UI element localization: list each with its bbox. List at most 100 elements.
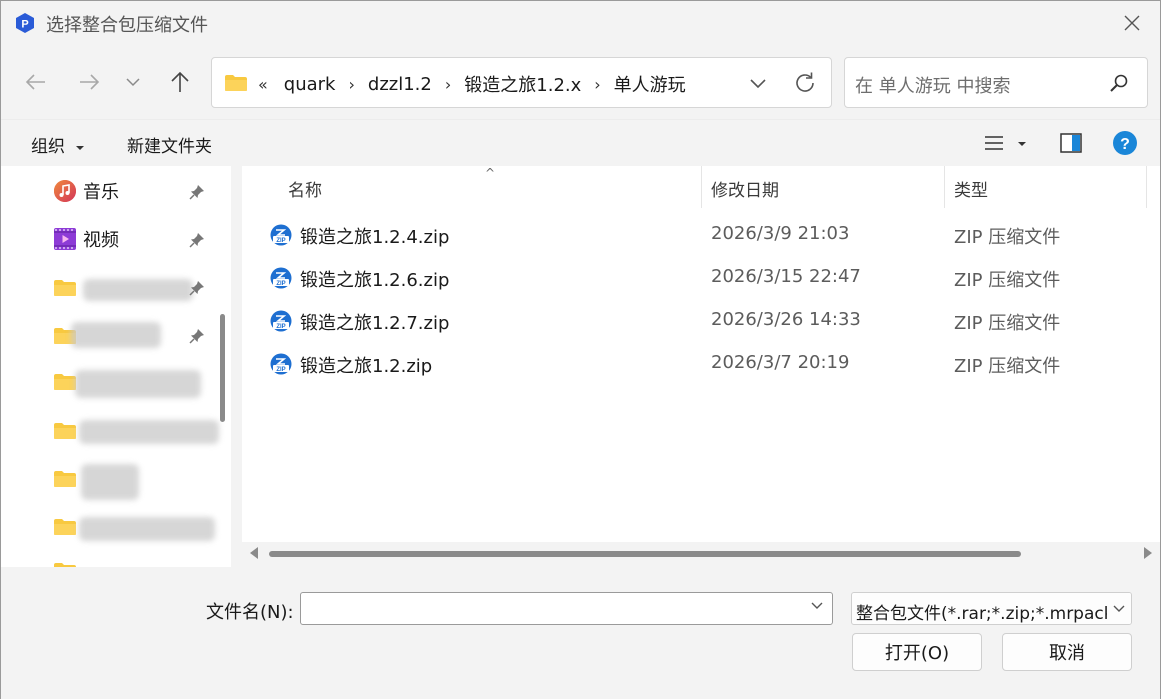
organize-label: 组织 — [31, 137, 65, 157]
help-button[interactable]: ? — [1112, 130, 1138, 160]
column-header-type[interactable]: 类型 — [954, 176, 988, 201]
organize-menu[interactable]: 组织 — [31, 132, 85, 157]
window-title: 选择整合包压缩文件 — [46, 15, 208, 36]
sidebar-item-videos[interactable]: 视频 — [53, 225, 119, 253]
sidebar-item-redacted[interactable] — [53, 513, 223, 543]
folder-icon — [54, 374, 76, 390]
breadcrumb-item[interactable]: 单人游玩 — [614, 71, 686, 97]
open-button[interactable]: 打开(O) — [852, 633, 982, 671]
preview-pane-button[interactable] — [1060, 133, 1082, 157]
search-input[interactable]: 在 单人游玩 中搜索 — [855, 72, 1010, 98]
back-button[interactable] — [21, 67, 51, 97]
dialog-footer: 文件名(N): 整合包文件(*.rar;*.zip;*.mrpack) 打开(O… — [1, 567, 1160, 699]
file-open-dialog: P 选择整合包压缩文件 « quark › dzzl1.2 › 锻造之旅1.2.… — [0, 0, 1161, 699]
column-header-date[interactable]: 修改日期 — [711, 176, 779, 201]
horizontal-scrollbar[interactable] — [242, 542, 1160, 567]
breadcrumb-item[interactable]: quark — [284, 74, 336, 95]
column-divider[interactable] — [701, 166, 702, 208]
breadcrumb-overflow[interactable]: « — [258, 75, 268, 94]
svg-text:ZIP: ZIP — [276, 324, 285, 330]
sidebar-item-redacted[interactable] — [53, 560, 93, 567]
breadcrumb-item[interactable]: dzzl1.2 — [368, 74, 432, 95]
navigation-bar: « quark › dzzl1.2 › 锻造之旅1.2.x › 单人游玩 在 单… — [1, 45, 1160, 119]
file-row[interactable]: ZIP 锻造之旅1.2.zip 2026/3/7 20:19 ZIP 压缩文件 — [242, 343, 1160, 386]
pin-icon[interactable] — [189, 280, 205, 296]
new-folder-button[interactable]: 新建文件夹 — [127, 132, 212, 157]
sidebar-item-music[interactable]: 音乐 — [53, 177, 119, 205]
column-header-name[interactable]: 名称 — [288, 176, 322, 201]
breadcrumb: « quark › dzzl1.2 › 锻造之旅1.2.x › 单人游玩 — [258, 71, 686, 97]
file-type: ZIP 压缩文件 — [954, 313, 1061, 334]
filename-label: 文件名(N): — [206, 602, 294, 623]
filename-field[interactable] — [300, 592, 833, 625]
arrow-right-icon — [80, 74, 100, 90]
file-date: 2026/3/7 20:19 — [711, 352, 850, 373]
sidebar-item-redacted[interactable] — [53, 417, 223, 447]
caret-down-icon — [76, 146, 85, 150]
file-type-filter-value: 整合包文件(*.rar;*.zip;*.mrpack) — [856, 604, 1121, 624]
navigation-pane: 音乐 视频 — [1, 166, 231, 567]
search-box[interactable]: 在 单人游玩 中搜索 — [844, 57, 1148, 108]
file-row[interactable]: ZIP 锻造之旅1.2.4.zip 2026/3/9 21:03 ZIP 压缩文… — [242, 214, 1160, 257]
filter-dropdown[interactable] — [1107, 593, 1131, 624]
pin-icon[interactable] — [189, 232, 205, 248]
zip-file-icon: ZIP — [270, 267, 292, 289]
forward-button[interactable] — [74, 67, 104, 97]
zip-file-icon: ZIP — [270, 353, 292, 375]
view-menu-button[interactable] — [984, 134, 1027, 156]
close-button[interactable] — [1104, 1, 1160, 45]
pin-icon[interactable] — [189, 328, 205, 344]
column-divider[interactable] — [944, 166, 945, 208]
arrow-left-icon — [25, 74, 45, 90]
breadcrumb-item[interactable]: 锻造之旅1.2.x — [464, 71, 581, 97]
folder-icon — [54, 519, 76, 535]
chevron-down-icon[interactable] — [810, 601, 824, 611]
file-row[interactable]: ZIP 锻造之旅1.2.7.zip 2026/3/26 14:33 ZIP 压缩… — [242, 300, 1160, 343]
address-bar[interactable]: « quark › dzzl1.2 › 锻造之旅1.2.x › 单人游玩 — [211, 57, 832, 108]
file-type: ZIP 压缩文件 — [954, 356, 1061, 377]
file-date: 2026/3/9 21:03 — [711, 223, 850, 244]
svg-text:P: P — [21, 19, 28, 31]
recent-locations-button[interactable] — [118, 67, 148, 97]
pane-splitter[interactable] — [231, 166, 242, 567]
breadcrumb-separator-icon[interactable]: › — [594, 75, 600, 94]
column-divider[interactable] — [1146, 166, 1147, 208]
help-icon: ? — [1113, 131, 1137, 155]
svg-text:ZIP: ZIP — [276, 367, 285, 373]
search-icon[interactable] — [1109, 73, 1129, 93]
folder-icon — [54, 423, 76, 439]
cancel-button[interactable]: 取消 — [1002, 633, 1132, 671]
title-bar: P 选择整合包压缩文件 — [1, 1, 1160, 45]
folder-icon — [54, 471, 76, 487]
file-date: 2026/3/26 14:33 — [711, 309, 861, 330]
chevron-down-icon[interactable] — [746, 71, 770, 95]
file-name: 锻造之旅1.2.4.zip — [300, 227, 450, 248]
preview-pane-icon — [1060, 133, 1082, 153]
sidebar-item-redacted[interactable] — [53, 368, 213, 398]
file-list: ^ 名称 修改日期 类型 ZIP 锻造之旅1.2.4.zip 2026/3/9 … — [242, 166, 1160, 567]
file-type-filter[interactable]: 整合包文件(*.rar;*.zip;*.mrpack) — [851, 592, 1132, 625]
breadcrumb-separator-icon[interactable]: › — [349, 75, 355, 94]
close-icon — [1124, 15, 1140, 31]
folder-icon — [225, 75, 247, 91]
file-name: 锻造之旅1.2.7.zip — [300, 313, 450, 334]
scrollbar-thumb[interactable] — [269, 551, 1021, 557]
scroll-left-icon[interactable] — [250, 547, 258, 559]
scroll-right-icon[interactable] — [1144, 547, 1152, 559]
refresh-icon[interactable] — [792, 70, 818, 96]
sidebar-scrollbar[interactable] — [220, 314, 225, 422]
caret-down-icon — [1018, 142, 1027, 146]
pin-icon[interactable] — [189, 184, 205, 200]
sort-ascending-icon: ^ — [485, 166, 496, 180]
sidebar-item-label: 视频 — [83, 230, 119, 251]
sidebar-item-redacted[interactable] — [53, 464, 213, 500]
svg-text:ZIP: ZIP — [276, 281, 285, 287]
chevron-down-icon — [1113, 605, 1125, 612]
file-row[interactable]: ZIP 锻造之旅1.2.6.zip 2026/3/15 22:47 ZIP 压缩… — [242, 257, 1160, 300]
svg-text:?: ? — [1120, 136, 1130, 153]
up-button[interactable] — [165, 67, 195, 97]
music-icon — [54, 180, 76, 202]
breadcrumb-separator-icon[interactable]: › — [445, 75, 451, 94]
app-icon: P — [16, 13, 34, 33]
arrow-up-icon — [171, 71, 189, 92]
